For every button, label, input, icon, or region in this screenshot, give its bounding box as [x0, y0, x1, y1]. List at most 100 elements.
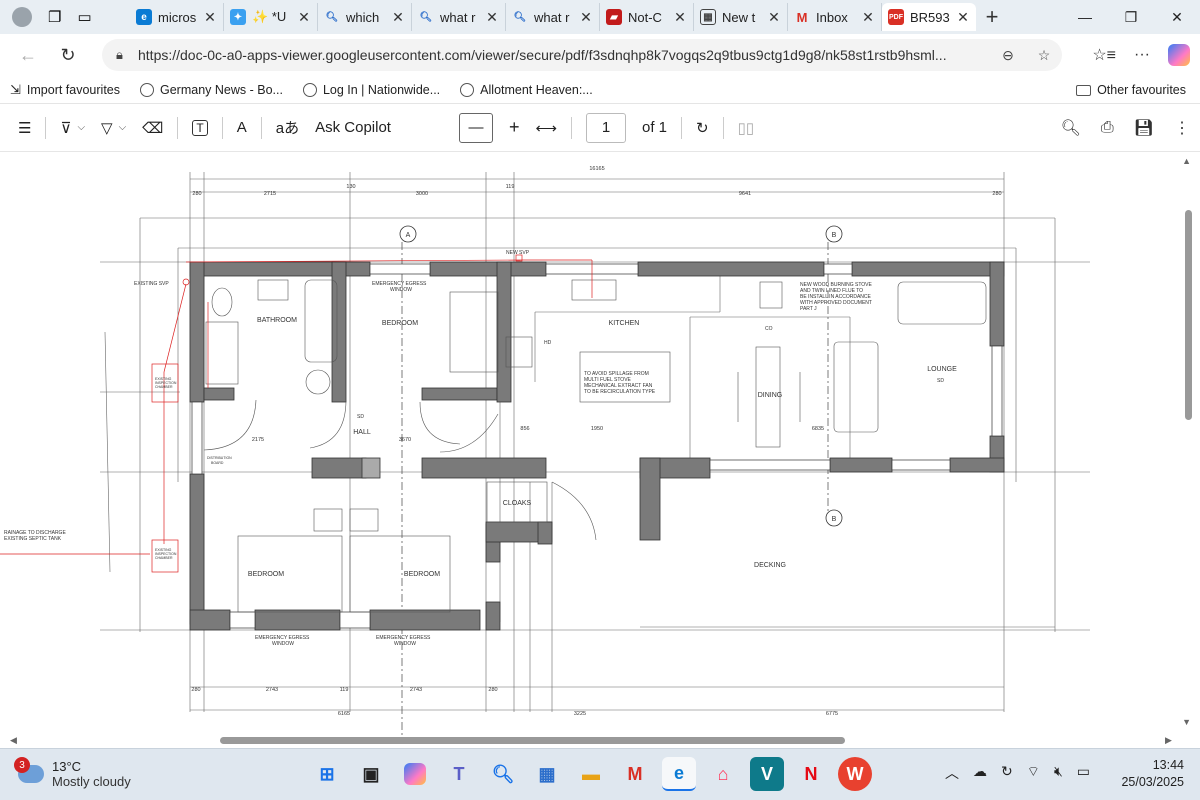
url-text[interactable]: https://doc-0c-a0-apps-viewer.googleuser… [138, 47, 990, 63]
fav-allotment-heaven[interactable]: Allotment Heaven:... [450, 82, 603, 97]
print-icon[interactable]: ⎙ [1101, 119, 1114, 137]
room-label: HALL [353, 429, 371, 436]
more-menu-icon[interactable]: ··· [1134, 46, 1150, 64]
page-number-input[interactable]: 1 [586, 112, 626, 143]
close-icon[interactable]: ✕ [673, 9, 687, 26]
tab-inbox[interactable]: M Inbox ✕ [788, 3, 882, 31]
close-icon[interactable]: ✕ [767, 9, 781, 26]
edge-icon[interactable]: e [662, 757, 696, 791]
find-icon[interactable]: 🔍︎ [1061, 118, 1081, 138]
tab-copilot[interactable]: ✦ ✨ *U ✕ [224, 3, 318, 31]
store-icon[interactable]: ▦ [530, 757, 564, 791]
tab-search-what-1[interactable]: 🔍︎ what r ✕ [412, 3, 506, 31]
refresh-button[interactable]: ↻ [48, 45, 88, 66]
other-favourites[interactable]: Other favourites [1076, 76, 1186, 104]
vertical-scroll-thumb[interactable] [1185, 210, 1192, 420]
tab-search-what-2[interactable]: 🔍︎ what r ✕ [506, 3, 600, 31]
zoom-out-button[interactable]: — [458, 112, 493, 143]
weather-widget[interactable]: 3 13°C Mostly cloudy [14, 757, 131, 789]
scroll-down-icon[interactable]: ▼ [1182, 717, 1191, 727]
zoom-in-button[interactable]: + [501, 117, 528, 138]
search-icon: 🔍︎ [419, 11, 433, 23]
floor-plan[interactable]: 16165 280 2715 130 3000 119 9641 280 280… [0, 152, 1180, 748]
new-tab-button[interactable]: + [976, 4, 1008, 30]
clock-time: 13:44 [1152, 758, 1184, 772]
minimize-button[interactable]: — [1062, 0, 1108, 34]
favourite-star-icon[interactable]: ☆ [1026, 47, 1062, 64]
wifi-icon[interactable]: ⌔ [1027, 763, 1040, 783]
close-window-button[interactable]: ✕ [1154, 0, 1200, 34]
battery-icon[interactable]: ▭ [1077, 763, 1090, 783]
volume-mute-icon[interactable]: 🔇︎ [1054, 763, 1063, 783]
tab-br593[interactable]: PDF BR593 ✕ [882, 3, 976, 31]
lock-icon[interactable]: 🔒︎ [116, 47, 138, 63]
close-icon[interactable]: ✕ [297, 9, 311, 26]
close-icon[interactable]: ✕ [391, 9, 405, 26]
page-view-icon[interactable]: ▯▯ [730, 119, 763, 137]
horizontal-scroll-thumb[interactable] [220, 737, 845, 744]
taskbar: 3 13°C Mostly cloudy ⊞ ▣ T 🔍︎ ▦ ▬ M e ⌂ … [0, 748, 1200, 800]
room-label: CLOAKS [503, 500, 532, 507]
copilot-taskbar-icon[interactable] [398, 757, 432, 791]
more-options-icon[interactable]: ⋮ [1174, 118, 1190, 138]
wps-icon[interactable]: W [838, 757, 872, 791]
chevron-up-icon[interactable]: ︿ [945, 763, 959, 783]
pdf-viewer[interactable]: 16165 280 2715 130 3000 119 9641 280 280… [0, 152, 1200, 748]
rotate-icon[interactable]: ↻ [688, 119, 717, 137]
clock[interactable]: 13:44 25/03/2025 [1121, 757, 1184, 791]
task-view-icon[interactable]: ▣ [354, 757, 388, 791]
restore-button[interactable]: ❐ [1108, 0, 1154, 34]
draw-tool[interactable]: ▽ ⌵ [93, 119, 134, 137]
close-icon[interactable]: ✕ [861, 9, 875, 26]
fav-import-favourites[interactable]: ⇲ Import favourites [0, 82, 130, 98]
divider [221, 116, 223, 139]
start-icon[interactable]: ⊞ [310, 757, 344, 791]
teams-icon[interactable]: T [442, 757, 476, 791]
scroll-up-icon[interactable]: ▲ [1182, 156, 1191, 166]
close-icon[interactable]: ✕ [485, 9, 499, 26]
note-drainage: EXISTING SEPTIC TANK [4, 536, 62, 542]
folder-icon [1076, 84, 1092, 96]
onedrive-icon[interactable]: ☁︎ [973, 763, 987, 783]
sync-icon[interactable]: ↻ [1001, 763, 1013, 783]
eraser-icon[interactable]: ⌫ [134, 119, 171, 137]
read-aloud-icon[interactable]: A [229, 119, 255, 136]
tab-search-which[interactable]: 🔍︎ which ✕ [318, 3, 412, 31]
search-icon[interactable]: 🔍︎ [486, 757, 520, 791]
tab-new-tab[interactable]: ▦ New t ✕ [694, 3, 788, 31]
close-icon[interactable]: ✕ [203, 9, 217, 26]
zoom-icon[interactable]: ⊖ [990, 47, 1026, 64]
close-icon[interactable]: ✕ [956, 9, 970, 26]
cloud-icon: 3 [14, 757, 44, 783]
tab-actions-icon[interactable]: ▭ [77, 8, 91, 26]
save-icon[interactable]: 💾︎ [1134, 118, 1154, 138]
v-app-icon[interactable]: V [750, 757, 784, 791]
tab-not-c[interactable]: ▰ Not-C ✕ [600, 3, 694, 31]
gmail-icon[interactable]: M [618, 757, 652, 791]
airbnb-icon[interactable]: ⌂ [706, 757, 740, 791]
copilot-icon[interactable] [1168, 44, 1190, 66]
tab-microsoft[interactable]: e micros ✕ [130, 3, 224, 31]
fav-nationwide[interactable]: Log In | Nationwide... [293, 82, 450, 97]
workspaces-icon[interactable]: ❐ [48, 8, 61, 26]
translate-icon[interactable]: aあ [268, 117, 307, 138]
fit-width-icon[interactable]: ⟷ [527, 119, 565, 137]
address-bar[interactable]: 🔒︎ https://doc-0c-a0-apps-viewer.googleu… [102, 39, 1062, 71]
clock-date: 25/03/2025 [1121, 775, 1184, 789]
highlight-tool[interactable]: ⊽ ⌵ [52, 119, 93, 137]
profile-icon[interactable] [12, 7, 32, 27]
chevron-down-icon[interactable]: ⌵ [77, 122, 85, 133]
chevron-down-icon[interactable]: ⌵ [119, 122, 127, 133]
scroll-right-icon[interactable]: ▶ [1165, 735, 1172, 746]
fav-germany-news[interactable]: Germany News - Bo... [130, 82, 293, 97]
file-explorer-icon[interactable]: ▬ [574, 757, 608, 791]
contents-icon[interactable]: ☰ [10, 119, 39, 137]
close-icon[interactable]: ✕ [579, 9, 593, 26]
back-button[interactable]: ← [8, 45, 48, 66]
text-box-icon[interactable]: T [184, 119, 215, 136]
scroll-left-icon[interactable]: ◀ [10, 735, 17, 746]
netflix-icon[interactable]: N [794, 757, 828, 791]
favourites-icon[interactable]: ☆≡ [1092, 45, 1116, 65]
plan-dim: 280 [992, 191, 1001, 197]
ask-copilot-button[interactable]: Ask Copilot [307, 119, 399, 136]
